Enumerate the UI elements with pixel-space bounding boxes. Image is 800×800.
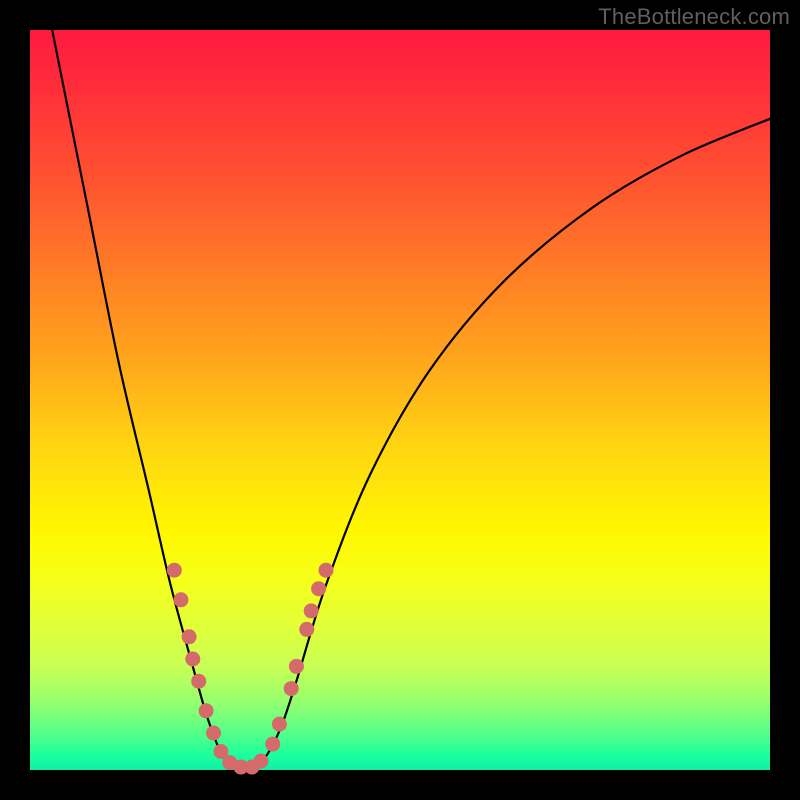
data-marker [191,674,206,689]
data-marker [265,737,280,752]
data-marker [319,563,334,578]
data-marker [311,581,326,596]
data-marker [167,563,182,578]
data-marker [199,703,214,718]
watermark-text: TheBottleneck.com [598,4,790,30]
data-marker [272,717,287,732]
data-marker [206,726,221,741]
bottleneck-curve [52,30,770,772]
data-marker [185,652,200,667]
data-marker [284,681,299,696]
chart-frame: TheBottleneck.com [0,0,800,800]
data-marker [253,754,268,769]
data-marker [299,622,314,637]
data-marker [182,629,197,644]
curve-svg [30,30,770,770]
plot-area [30,30,770,770]
data-marker [173,592,188,607]
marker-group [167,563,334,775]
data-marker [304,603,319,618]
data-marker [289,659,304,674]
